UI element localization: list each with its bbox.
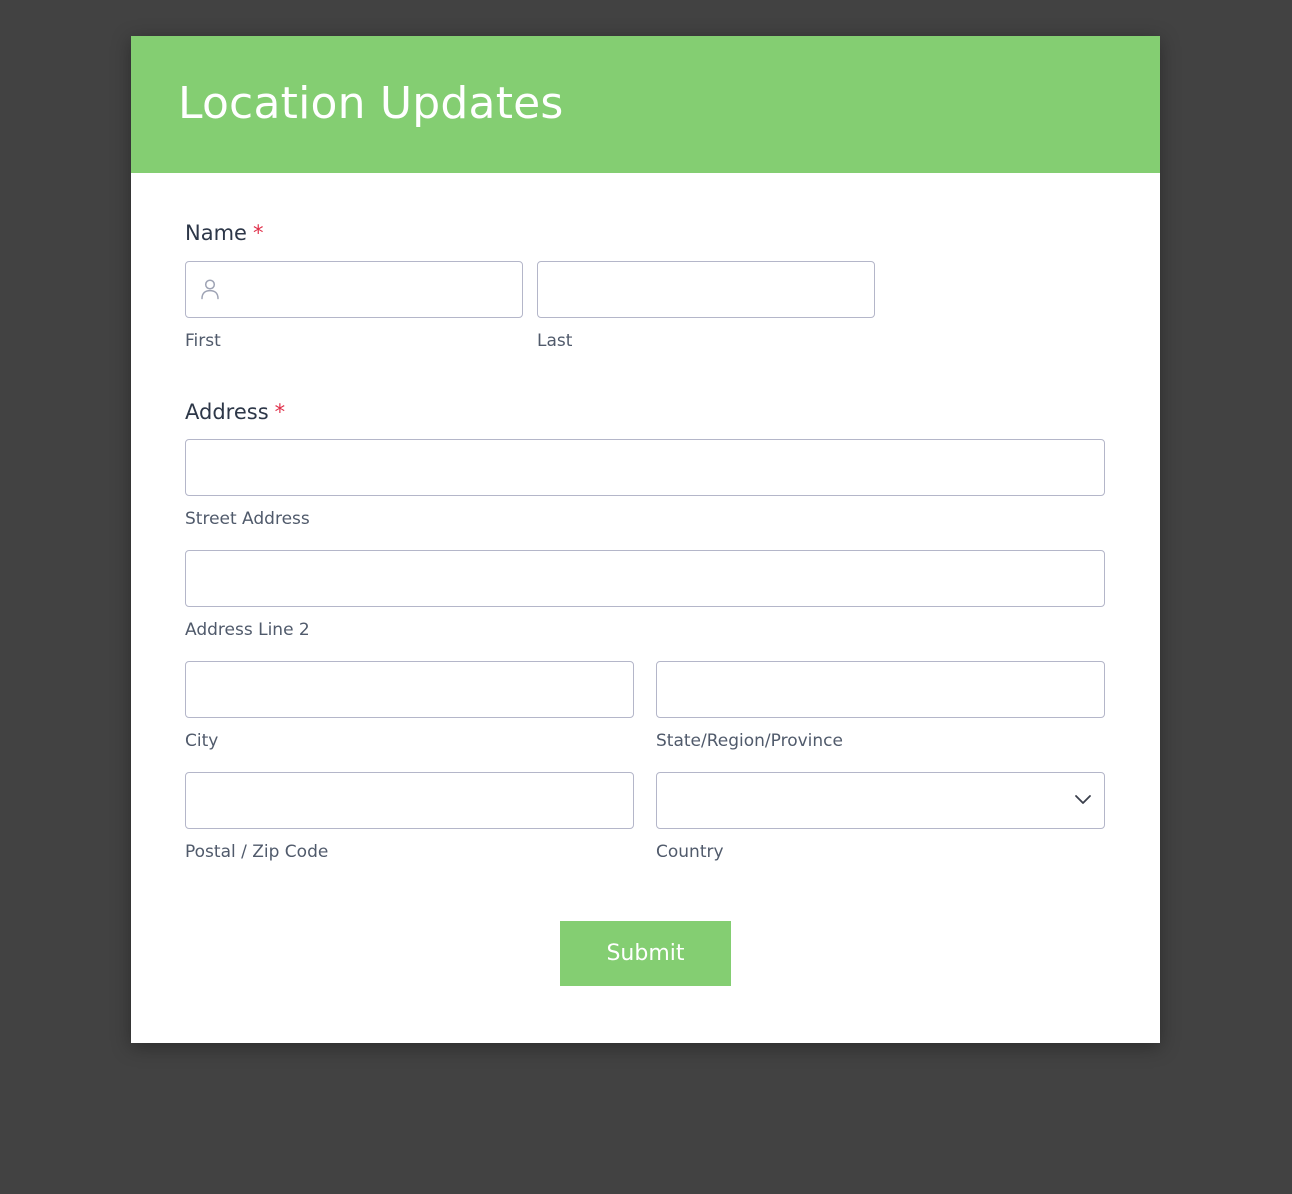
street-address-input[interactable] bbox=[185, 439, 1105, 496]
name-required-mark: * bbox=[252, 221, 264, 245]
state-sublabel: State/Region/Province bbox=[656, 731, 843, 751]
city-sublabel: City bbox=[185, 731, 219, 751]
first-name-sublabel: First bbox=[185, 331, 221, 351]
address-required-mark: * bbox=[274, 400, 286, 424]
name-label: Name * bbox=[185, 220, 263, 246]
chevron-down-icon bbox=[1075, 795, 1091, 804]
first-name-input[interactable] bbox=[185, 261, 523, 318]
form-card: Location Updates Name * First Last Addres… bbox=[131, 36, 1160, 1043]
city-input[interactable] bbox=[185, 661, 634, 718]
last-name-input[interactable] bbox=[537, 261, 875, 318]
name-label-text: Name bbox=[185, 221, 247, 245]
form-header: Location Updates bbox=[131, 36, 1160, 173]
last-name-sublabel: Last bbox=[537, 331, 573, 351]
street-address-sublabel: Street Address bbox=[185, 509, 310, 529]
address-label: Address * bbox=[185, 399, 285, 425]
postal-code-input[interactable] bbox=[185, 772, 634, 829]
postal-code-sublabel: Postal / Zip Code bbox=[185, 842, 329, 862]
country-select[interactable] bbox=[656, 772, 1105, 829]
country-sublabel: Country bbox=[656, 842, 724, 862]
person-icon bbox=[201, 279, 219, 300]
address-line-2-input[interactable] bbox=[185, 550, 1105, 607]
submit-button[interactable]: Submit bbox=[560, 921, 731, 986]
state-input[interactable] bbox=[656, 661, 1105, 718]
address-line-2-sublabel: Address Line 2 bbox=[185, 620, 310, 640]
form-title: Location Updates bbox=[178, 78, 564, 129]
address-label-text: Address bbox=[185, 400, 269, 424]
